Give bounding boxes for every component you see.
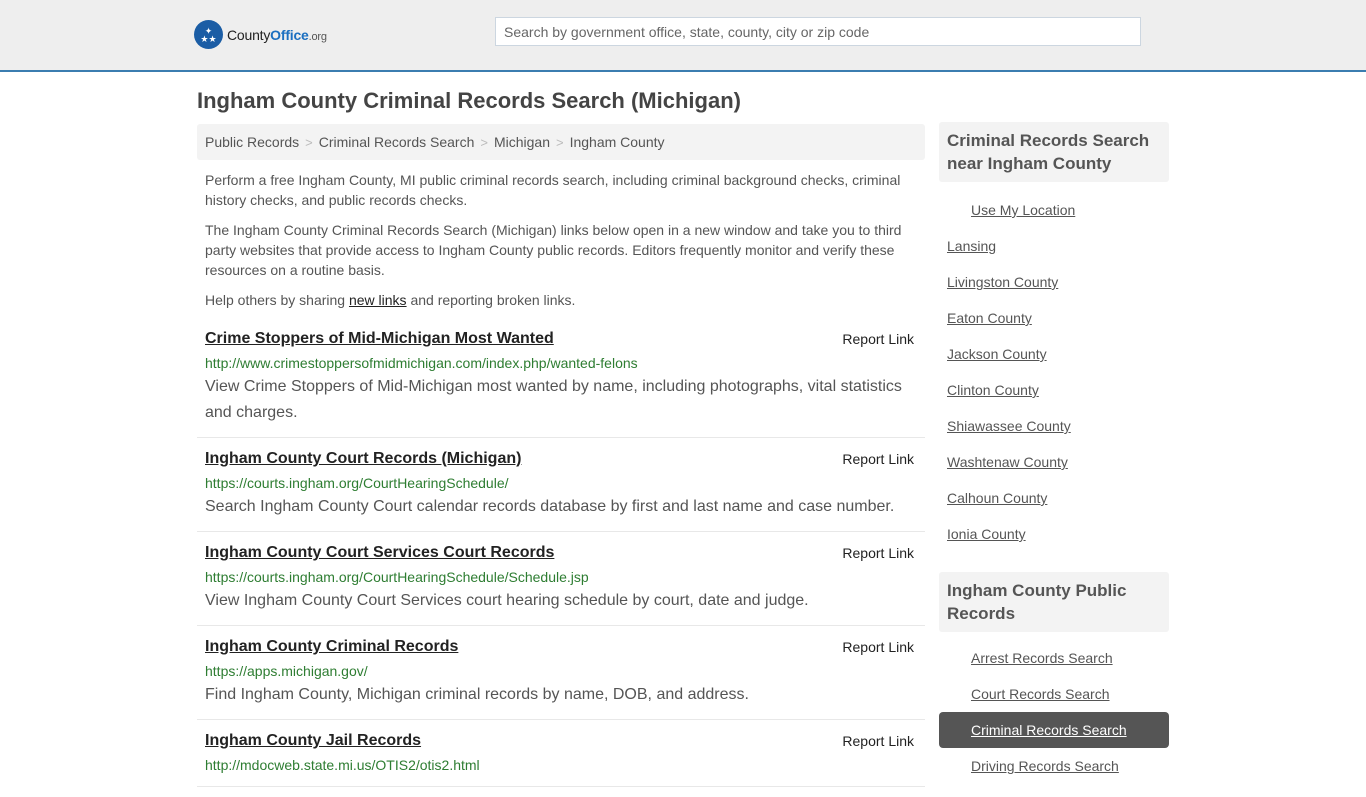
sidebar-item-arrest-records[interactable]: Arrest Records Search bbox=[939, 640, 1169, 676]
result-item: Ingham County Court Records (Michigan) R… bbox=[197, 448, 925, 532]
result-item: Ingham County Court Services Court Recor… bbox=[197, 542, 925, 626]
nearby-list: Use My Location Lansing Livingston Count… bbox=[939, 182, 1169, 552]
sidebar: Criminal Records Search near Ingham Coun… bbox=[939, 122, 1169, 784]
result-item: Crime Stoppers of Mid-Michigan Most Want… bbox=[197, 328, 925, 438]
help-paragraph: Help others by sharing new links and rep… bbox=[205, 290, 917, 310]
logo-brand-main: County bbox=[227, 26, 271, 43]
result-title-link[interactable]: Crime Stoppers of Mid-Michigan Most Want… bbox=[205, 328, 554, 350]
result-description: Find Ingham County, Michigan criminal re… bbox=[205, 686, 749, 703]
nearby-item[interactable]: Shiawassee County bbox=[939, 408, 1169, 444]
logo-brand-accent: Office bbox=[270, 26, 309, 43]
breadcrumb-public-records[interactable]: Public Records bbox=[205, 134, 299, 150]
public-records-list: Arrest Records Search Court Records Sear… bbox=[939, 632, 1169, 784]
eagle-stars-badge-icon: ✦ ★★ bbox=[194, 20, 223, 49]
report-link-button[interactable]: Report Link bbox=[842, 733, 914, 749]
breadcrumb: Public Records > Criminal Records Search… bbox=[197, 124, 925, 160]
intro-paragraph: The Ingham County Criminal Records Searc… bbox=[205, 222, 902, 278]
help-text: Help others by sharing bbox=[205, 292, 349, 308]
public-records-section: Ingham County Public Records Arrest Reco… bbox=[939, 572, 1169, 784]
result-item: Ingham County Criminal Records Report Li… bbox=[197, 636, 925, 720]
nearby-item[interactable]: Livingston County bbox=[939, 264, 1169, 300]
logo-wordmark: CountyOffice.org bbox=[227, 27, 327, 43]
results-list: Crime Stoppers of Mid-Michigan Most Want… bbox=[197, 328, 925, 787]
intro-text: Perform a free Ingham County, MI public … bbox=[197, 170, 925, 310]
result-description: View Crime Stoppers of Mid-Michigan most… bbox=[205, 378, 902, 421]
result-url: http://www.crimestoppersofmidmichigan.co… bbox=[205, 355, 638, 371]
search-input[interactable] bbox=[495, 17, 1141, 46]
breadcrumb-separator: > bbox=[305, 134, 313, 150]
public-records-heading: Ingham County Public Records bbox=[939, 572, 1169, 632]
sidebar-item-criminal-records[interactable]: Criminal Records Search bbox=[939, 712, 1169, 748]
result-title-link[interactable]: Ingham County Court Records (Michigan) bbox=[205, 448, 521, 470]
page-title: Ingham County Criminal Records Search (M… bbox=[197, 88, 741, 113]
help-text: and reporting broken links. bbox=[406, 292, 576, 308]
report-link-button[interactable]: Report Link bbox=[842, 545, 914, 561]
result-description: Search Ingham County Court calendar reco… bbox=[205, 498, 895, 515]
result-description: View Ingham County Court Services court … bbox=[205, 592, 809, 609]
breadcrumb-separator: > bbox=[480, 134, 488, 150]
result-url: https://courts.ingham.org/CourtHearingSc… bbox=[205, 569, 589, 585]
site-header: ✦ ★★ CountyOffice.org bbox=[0, 0, 1366, 72]
nearby-item[interactable]: Lansing bbox=[939, 228, 1169, 264]
result-url: https://courts.ingham.org/CourtHearingSc… bbox=[205, 475, 509, 491]
sidebar-item-driving-records[interactable]: Driving Records Search bbox=[939, 748, 1169, 784]
breadcrumb-criminal-records-search[interactable]: Criminal Records Search bbox=[319, 134, 475, 150]
report-link-button[interactable]: Report Link bbox=[842, 451, 914, 467]
nearby-item[interactable]: Calhoun County bbox=[939, 480, 1169, 516]
nearby-heading: Criminal Records Search near Ingham Coun… bbox=[939, 122, 1169, 182]
nearby-item[interactable]: Eaton County bbox=[939, 300, 1169, 336]
new-links-link[interactable]: new links bbox=[349, 292, 407, 308]
nearby-item[interactable]: Ionia County bbox=[939, 516, 1169, 552]
breadcrumb-michigan[interactable]: Michigan bbox=[494, 134, 550, 150]
result-title-link[interactable]: Ingham County Criminal Records bbox=[205, 636, 458, 658]
nearby-item[interactable]: Clinton County bbox=[939, 372, 1169, 408]
nearby-item[interactable]: Washtenaw County bbox=[939, 444, 1169, 480]
breadcrumb-separator: > bbox=[555, 134, 564, 150]
sidebar-item-court-records[interactable]: Court Records Search bbox=[939, 676, 1169, 712]
result-url: http://mdocweb.state.mi.us/OTIS2/otis2.h… bbox=[205, 757, 480, 773]
result-url: https://apps.michigan.gov/ bbox=[205, 663, 368, 679]
site-logo[interactable]: ✦ ★★ CountyOffice.org bbox=[194, 20, 327, 49]
nearby-item[interactable]: Jackson County bbox=[939, 336, 1169, 372]
logo-brand-tld: .org bbox=[308, 30, 327, 43]
main-content: Public Records > Criminal Records Search… bbox=[197, 124, 925, 797]
report-link-button[interactable]: Report Link bbox=[842, 639, 914, 655]
result-item: Ingham County Jail Records Report Link h… bbox=[197, 730, 925, 787]
intro-paragraph: Perform a free Ingham County, MI public … bbox=[205, 172, 901, 208]
use-my-location-link[interactable]: Use My Location bbox=[939, 192, 1169, 228]
result-title-link[interactable]: Ingham County Court Services Court Recor… bbox=[205, 542, 554, 564]
result-title-link[interactable]: Ingham County Jail Records bbox=[205, 730, 421, 752]
report-link-button[interactable]: Report Link bbox=[842, 331, 914, 347]
breadcrumb-ingham-county[interactable]: Ingham County bbox=[570, 134, 665, 150]
